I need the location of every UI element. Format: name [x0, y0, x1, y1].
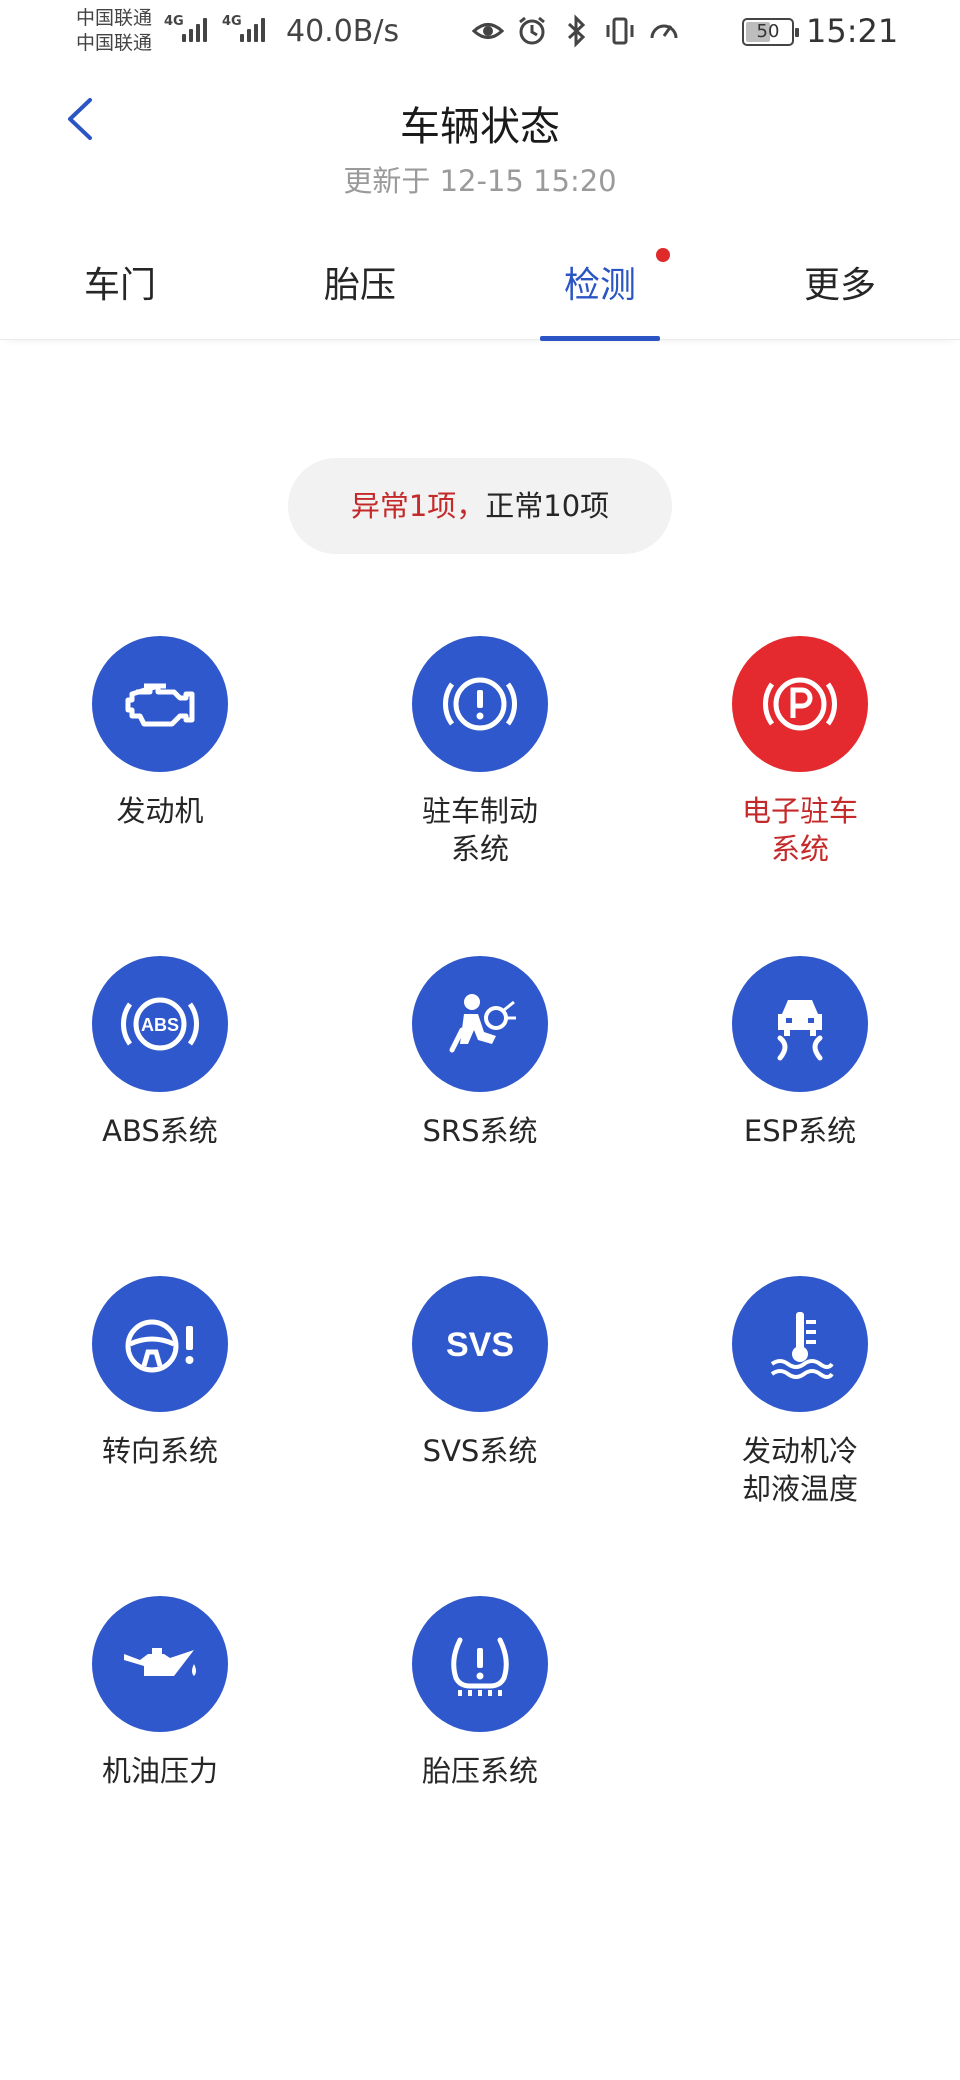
item-label: ESP系统 — [743, 1114, 857, 1148]
abnormal-count: 异常1项， — [350, 489, 486, 523]
icon-circle — [732, 1276, 868, 1412]
icon-circle — [92, 1276, 228, 1412]
item-label: 发动机冷 却液温度 — [741, 1434, 858, 1506]
icon-circle — [412, 1596, 548, 1732]
item-label: 电子驻车 系统 — [741, 794, 858, 866]
notification-dot — [656, 248, 670, 262]
network-speed: 40.0B/s — [286, 14, 400, 49]
icon-circle — [412, 636, 548, 772]
network-type-2: 4G — [222, 14, 242, 29]
steering-warning-icon — [125, 1319, 194, 1373]
icon-circle — [732, 956, 868, 1092]
svg-text:ABS: ABS — [141, 1015, 179, 1035]
icon-circle: SVS — [412, 1276, 548, 1412]
speedometer-icon — [650, 24, 678, 39]
status-icons — [472, 14, 680, 48]
item-srs-system[interactable]: SRS系统 — [360, 956, 600, 1150]
brake-warning-icon — [443, 677, 517, 731]
carrier-1: 中国联通 — [76, 7, 153, 29]
engine-icon — [125, 683, 195, 727]
battery-indicator: 50 — [742, 18, 799, 46]
item-steering-system[interactable]: 转向系统 — [40, 1276, 280, 1470]
oil-pressure-icon — [124, 1648, 196, 1676]
item-svs-system[interactable]: SVS SVS系统 — [360, 1276, 600, 1470]
item-label: 转向系统 — [101, 1434, 218, 1468]
update-time: 更新于 12-15 15:20 — [343, 164, 617, 198]
normal-count: 正常10项 — [485, 489, 610, 523]
tab-tire-pressure[interactable]: 胎压 — [240, 256, 480, 336]
parking-brake-icon — [763, 677, 837, 731]
clock: 15:21 — [806, 12, 899, 50]
item-label: 驻车制动 系统 — [421, 794, 538, 866]
tab-bar: 车门 胎压 检测 更多 — [0, 240, 960, 341]
tire-pressure-icon — [451, 1637, 509, 1696]
eye-icon — [472, 23, 504, 39]
icon-circle — [732, 636, 868, 772]
coolant-temperature-icon — [770, 1312, 834, 1379]
item-label: 胎压系统 — [421, 1754, 538, 1788]
vibrate-icon — [606, 17, 634, 45]
item-oil-pressure[interactable]: 机油压力 — [40, 1596, 280, 1790]
item-label: SVS系统 — [422, 1434, 538, 1468]
item-label: ABS系统 — [102, 1114, 218, 1148]
network-type-1: 4G — [164, 14, 184, 29]
tab-doors[interactable]: 车门 — [0, 256, 240, 336]
abs-icon: ABS — [121, 997, 199, 1051]
item-label: 发动机 — [116, 794, 204, 828]
bluetooth-icon — [567, 14, 586, 48]
tab-label: 胎压 — [323, 265, 396, 306]
icon-circle — [92, 1596, 228, 1732]
svs-icon: SVS — [446, 1326, 514, 1364]
tab-more[interactable]: 更多 — [720, 256, 960, 336]
signal-icon — [240, 16, 265, 42]
status-bar: 中国联通 中国联通 4G 4G 40.0B/s 50 15:21 — [0, 0, 960, 66]
item-abs-system[interactable]: ABS ABS系统 — [40, 956, 280, 1150]
carrier-2: 中国联通 — [76, 32, 153, 54]
status-summary: 异常1项，正常10项 — [288, 458, 672, 554]
item-tire-pressure-system[interactable]: 胎压系统 — [360, 1596, 600, 1790]
item-label: 机油压力 — [101, 1754, 218, 1788]
carrier-labels: 中国联通 中国联通 — [76, 6, 152, 56]
airbag-icon — [449, 994, 516, 1053]
tab-active-indicator — [540, 336, 660, 341]
item-label: SRS系统 — [422, 1114, 538, 1148]
svg-text:SVS: SVS — [446, 1326, 514, 1364]
item-coolant-temperature[interactable]: 发动机冷 却液温度 — [680, 1276, 920, 1508]
alarm-icon — [519, 16, 545, 45]
tab-label: 检测 — [563, 265, 636, 306]
icon-circle — [412, 956, 548, 1092]
item-parking-brake-system[interactable]: 驻车制动 系统 — [360, 636, 600, 868]
tab-label: 更多 — [803, 265, 876, 306]
icon-circle — [92, 636, 228, 772]
icon-circle: ABS — [92, 956, 228, 1092]
item-esp-system[interactable]: ESP系统 — [680, 956, 920, 1150]
page-title: 车辆状态 — [400, 104, 560, 150]
esp-icon — [777, 1000, 823, 1061]
signal-icon — [182, 16, 207, 42]
item-engine[interactable]: 发动机 — [40, 636, 280, 830]
tab-detection[interactable]: 检测 — [480, 256, 720, 336]
battery-level: 50 — [756, 21, 780, 42]
tab-label: 车门 — [83, 265, 156, 306]
item-electronic-parking-system[interactable]: 电子驻车 系统 — [680, 636, 920, 868]
